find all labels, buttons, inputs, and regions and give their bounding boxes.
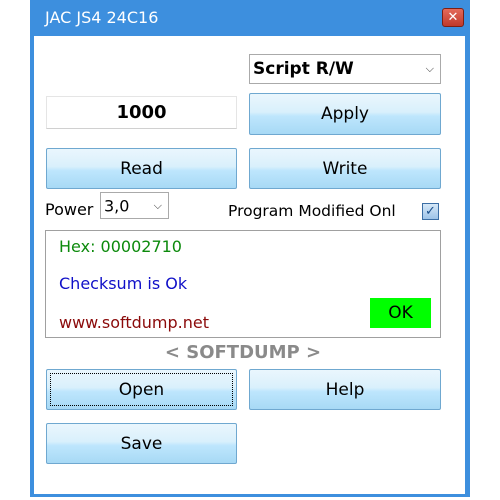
value-input[interactable]: 1000 — [46, 96, 237, 129]
ok-status-label: OK — [388, 303, 413, 323]
brand-label: < SOFTDUMP > — [164, 342, 322, 363]
window-title: JAC JS4 24C16 — [45, 8, 159, 27]
read-button-label: Read — [120, 158, 163, 179]
write-button-label: Write — [322, 158, 368, 179]
save-button[interactable]: Save — [46, 423, 237, 464]
chevron-down-icon: ⌵ — [153, 198, 162, 212]
hex-readout: Hex: 00002710 — [59, 237, 182, 256]
program-modified-checkbox[interactable]: ✓ — [422, 203, 439, 220]
app-window: JAC JS4 24C16 ✕ Script R/W ⌵ 1000 Apply … — [30, 0, 470, 497]
client-area: Script R/W ⌵ 1000 Apply Read Write Power… — [34, 36, 465, 494]
read-button[interactable]: Read — [46, 148, 237, 189]
website-link[interactable]: www.softdump.net — [59, 313, 209, 332]
open-button[interactable]: Open — [46, 369, 237, 410]
ok-status-badge: OK — [370, 298, 431, 328]
power-label: Power — [45, 200, 94, 219]
power-select-value: 3,0 — [104, 196, 130, 215]
mode-select[interactable]: Script R/W ⌵ — [249, 54, 441, 84]
power-select[interactable]: 3,0 ⌵ — [100, 192, 169, 219]
program-modified-label: Program Modified Onl — [228, 202, 396, 220]
help-button[interactable]: Help — [249, 369, 441, 410]
close-button[interactable]: ✕ — [442, 8, 464, 27]
save-button-label: Save — [120, 433, 163, 454]
close-icon: ✕ — [447, 10, 459, 25]
apply-button-label: Apply — [321, 104, 369, 124]
check-icon: ✓ — [425, 204, 436, 219]
open-button-label: Open — [118, 379, 165, 400]
apply-button[interactable]: Apply — [249, 93, 441, 135]
checksum-status: Checksum is Ok — [59, 274, 188, 293]
chevron-down-icon: ⌵ — [425, 62, 434, 75]
status-panel: Hex: 00002710 Checksum is Ok www.softdum… — [45, 230, 441, 338]
help-button-label: Help — [325, 379, 365, 400]
value-input-text: 1000 — [116, 102, 167, 123]
mode-select-value: Script R/W — [253, 59, 354, 79]
write-button[interactable]: Write — [249, 148, 441, 189]
title-bar[interactable]: JAC JS4 24C16 ✕ — [30, 0, 470, 36]
